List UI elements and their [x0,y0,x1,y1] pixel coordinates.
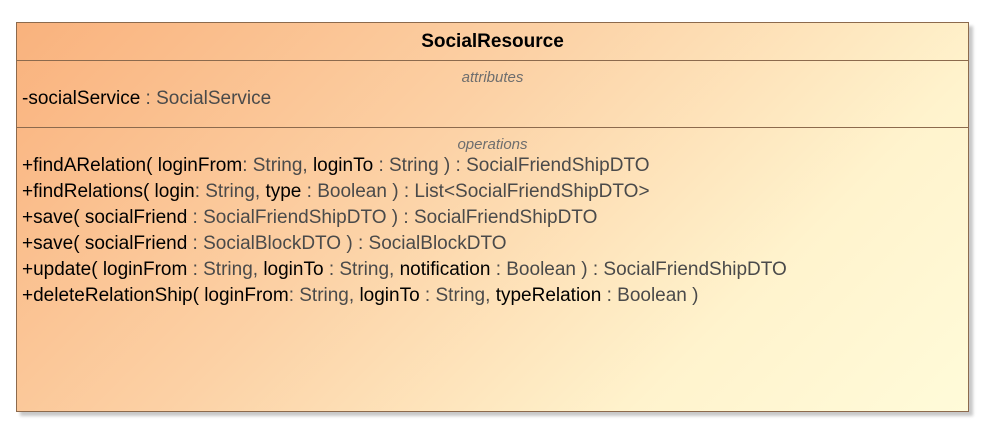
operation-name-text: loginTo [263,259,324,280]
operation-name-text: loginTo [359,285,420,306]
operation-name-text: loginTo [312,155,374,176]
operation-type-text: : String, [242,155,313,176]
operations-compartment: operations +findARelation( loginFrom: St… [17,128,968,309]
operation-row[interactable]: +save( socialFriend : SocialBlockDTO ) :… [17,231,968,257]
operation-row[interactable]: +findRelations( login: String, type : Bo… [17,179,968,205]
operation-type-text: : String, [187,259,264,280]
diagram-canvas: SocialResource attributes -socialService… [0,0,995,435]
attribute-name: -socialService [22,88,141,109]
operation-type-text: : String ) : SocialFriendShipDTO [373,155,650,176]
operation-row[interactable]: +save( socialFriend : SocialFriendShipDT… [17,205,968,231]
operation-row[interactable]: +findARelation( loginFrom: String, login… [17,153,968,179]
attribute-separator: : [140,88,157,109]
operation-name-text: +findRelations( login [22,181,195,202]
operations-compartment-label: operations [457,136,528,153]
operation-type-text: : SocialBlockDTO ) : SocialBlockDTO [187,233,507,254]
attribute-type: SocialService [156,88,272,109]
operation-name-text: +update( loginFrom [22,259,188,280]
attribute-row[interactable]: -socialService : SocialService [17,86,968,112]
operation-name-text: +deleteRelationShip( loginFrom [22,285,289,306]
operation-row[interactable]: +deleteRelationShip( loginFrom: String, … [17,283,968,309]
operation-type-text: : Boolean ) : List<SocialFriendShipDTO> [301,181,650,202]
operation-row[interactable]: +update( loginFrom : String, loginTo : S… [17,257,968,283]
operation-name-text: +save( socialFriend [22,207,188,228]
operation-type-text: : String, [323,259,400,280]
class-name-header: SocialResource [17,23,968,61]
operation-type-text: : String, [194,181,266,202]
operation-name-text: +findARelation( loginFrom [22,155,243,176]
attributes-compartment-label: attributes [461,69,524,86]
operations-list: +findARelation( loginFrom: String, login… [17,153,968,309]
operation-name-text: notification [399,259,491,280]
operation-name-text: typeRelation [495,285,602,306]
operation-type-text: : String, [288,285,360,306]
operation-type-text: : String, [419,285,496,306]
operation-type-text: : Boolean ) : SocialFriendShipDTO [490,259,787,280]
operation-name-text: +save( socialFriend [22,233,188,254]
operation-type-text: : SocialFriendShipDTO ) : SocialFriendSh… [187,207,598,228]
operation-name-text: type [265,181,302,202]
operation-type-text: : Boolean ) [601,285,699,306]
attributes-compartment: attributes -socialService : SocialServic… [17,61,968,128]
uml-class-box[interactable]: SocialResource attributes -socialService… [16,22,969,412]
